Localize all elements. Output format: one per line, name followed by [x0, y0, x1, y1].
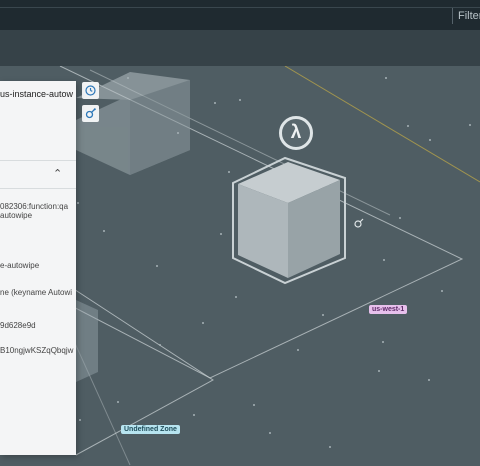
top-bar-divider	[0, 7, 480, 8]
panel-divider	[0, 188, 76, 189]
instance-box-lower[interactable]	[76, 300, 98, 382]
top-bar: Filters	[0, 0, 480, 31]
toolbar	[0, 30, 480, 66]
panel-keyname-value: ne (keyname Autowi	[0, 288, 73, 297]
panel-arn-line1: 082306:function:qa	[0, 202, 69, 211]
settings-icon	[85, 108, 96, 119]
clock-icon	[85, 85, 96, 96]
filters-input[interactable]: Filters	[452, 8, 480, 24]
lambda-icon: λ	[279, 116, 313, 150]
panel-id-value: 9d628e9d	[0, 321, 36, 330]
panel-title: us-instance-autow	[0, 89, 74, 99]
details-panel: us-instance-autow ⌃ 082306:function:qa a…	[0, 81, 76, 455]
history-button[interactable]	[82, 82, 99, 99]
panel-name-value: e-autowipe	[0, 261, 40, 270]
link-icon[interactable]	[354, 215, 364, 228]
panel-arn-line2: autowipe	[0, 211, 33, 220]
panel-section-header[interactable]: ⌃	[0, 161, 76, 188]
settings-button[interactable]	[82, 105, 99, 122]
panel-key-value: B10ngjwKSZqQbqjw	[0, 346, 74, 355]
lambda-function-node[interactable]	[232, 156, 346, 285]
region-label: us-west-1	[369, 305, 408, 314]
chevron-up-icon[interactable]: ⌃	[53, 167, 62, 180]
undefined-zone-label: Undefined Zone	[121, 425, 180, 434]
